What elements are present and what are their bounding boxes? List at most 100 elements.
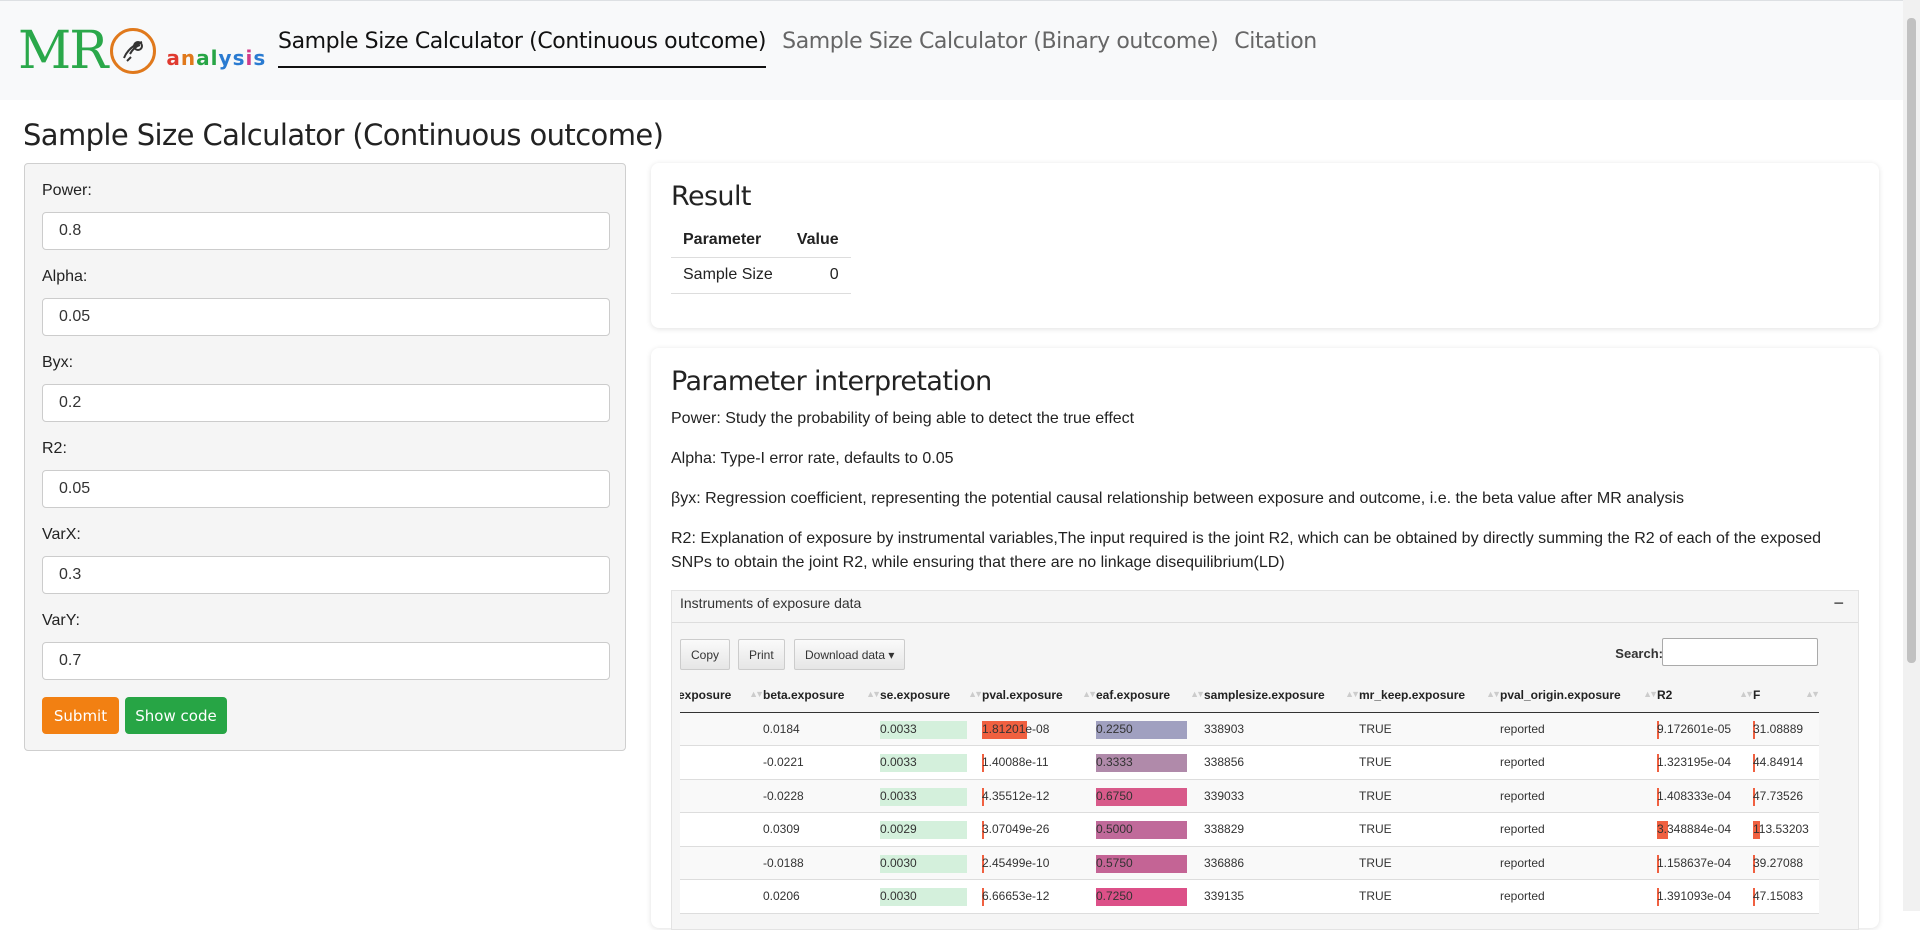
- varx-input[interactable]: [42, 556, 610, 594]
- alpha-input[interactable]: [42, 298, 610, 336]
- instruments-panel-header[interactable]: Instruments of exposure data −: [672, 591, 1858, 623]
- pval-cell-value: 2.45499e-10: [982, 855, 1050, 870]
- pval-cell: 3.07049e-26: [982, 812, 1096, 847]
- f-cell-value: 31.08889: [1753, 721, 1804, 736]
- se-cell: 0.0030: [880, 846, 982, 880]
- table-row[interactable]: -0.0188 0.0030 2.45499e-10 0.5750 336886 TRUE…: [680, 846, 1819, 880]
- sort-icon[interactable]: ▲▼: [1345, 689, 1359, 699]
- nav-tab-continuous[interactable]: Sample Size Calculator (Continuous outco…: [278, 29, 767, 68]
- pval-cell-value: 6.66653e-12: [982, 889, 1050, 904]
- column-header[interactable]: R2 ▲▼: [1657, 678, 1753, 713]
- sort-icon[interactable]: ▲▼: [866, 689, 880, 699]
- column-header-label: R2: [1657, 687, 1673, 702]
- column-header[interactable]: samplesize.exposure ▲▼: [1204, 678, 1359, 713]
- sort-icon[interactable]: ▲▼: [1643, 689, 1657, 699]
- column-header-label: F: [1753, 687, 1761, 702]
- exposure-cell: [680, 812, 763, 847]
- pval-origin-cell: reported: [1500, 879, 1657, 914]
- interpretation-title: Parameter interpretation: [671, 366, 992, 397]
- column-header[interactable]: eaf.exposure ▲▼: [1096, 678, 1204, 713]
- samplesize-cell: 339135: [1204, 879, 1359, 914]
- logo-letter: y: [218, 46, 233, 70]
- samplesize-cell: 339033: [1204, 779, 1359, 813]
- mr-keep-cell: TRUE: [1359, 846, 1500, 880]
- pval-cell-value: 1.40088e-11: [982, 755, 1049, 770]
- power-input[interactable]: [42, 212, 610, 250]
- pval-cell: 2.45499e-10: [982, 846, 1096, 880]
- r2-cell: 9.172601e-05: [1657, 712, 1753, 746]
- field-byx: Byx:: [42, 354, 610, 422]
- table-row[interactable]: 0.0206 0.0030 6.66653e-12 0.7250 339135 TRUE r…: [680, 879, 1819, 914]
- submit-button[interactable]: Submit: [42, 697, 119, 734]
- vary-input[interactable]: [42, 642, 610, 680]
- field-alpha: Alpha:: [42, 268, 610, 336]
- pval-origin-cell: reported: [1500, 846, 1657, 880]
- table-row[interactable]: -0.0228 0.0033 4.35512e-12 0.6750 339033 TRUE…: [680, 779, 1819, 813]
- interpretation-byx: βyx: Regression coefficient, representin…: [671, 490, 1685, 507]
- print-button[interactable]: Print: [738, 639, 785, 670]
- logo-letter: a: [166, 46, 181, 70]
- sort-icon[interactable]: ▲▼: [1805, 689, 1819, 699]
- eaf-cell-value: 0.5750: [1096, 855, 1133, 870]
- eaf-cell: 0.5000: [1096, 812, 1204, 847]
- column-header[interactable]: pval.exposure ▲▼: [982, 678, 1096, 713]
- table-row[interactable]: 0.0184 0.0033 1.81201e-08 0.2250 338903 TRUE r…: [680, 712, 1819, 746]
- f-cell: 31.08889: [1753, 712, 1819, 746]
- copy-button[interactable]: Copy: [680, 639, 731, 670]
- eaf-cell: 0.7250: [1096, 879, 1204, 914]
- eaf-cell-value: 0.7250: [1096, 889, 1133, 904]
- column-header[interactable]: exposure ▲▼: [680, 678, 763, 713]
- se-cell: 0.0033: [880, 745, 982, 780]
- logo-letter: s: [232, 46, 246, 70]
- se-cell-value: 0.0033: [880, 788, 917, 803]
- se-cell-value: 0.0029: [880, 822, 917, 837]
- instruments-panel: Instruments of exposure data − Copy Prin…: [671, 590, 1859, 930]
- download-data-button[interactable]: Download data ▾: [794, 639, 906, 670]
- column-header-label: eaf.exposure: [1096, 687, 1171, 702]
- column-header-label: pval.exposure: [982, 687, 1063, 702]
- field-r2: R2:: [42, 440, 610, 508]
- r2-input[interactable]: [42, 470, 610, 508]
- scrollbar-thumb[interactable]: [1907, 18, 1916, 663]
- table-row: Sample Size 0: [671, 257, 851, 294]
- app-logo[interactable]: MR analysis: [18, 23, 266, 79]
- column-header[interactable]: se.exposure ▲▼: [880, 678, 982, 713]
- column-header-label: mr_keep.exposure: [1359, 687, 1466, 702]
- sort-icon[interactable]: ▲▼: [968, 689, 982, 699]
- main-nav: Sample Size Calculator (Continuous outco…: [278, 29, 1317, 68]
- eaf-cell: 0.2250: [1096, 712, 1204, 746]
- column-header-label: pval_origin.exposure: [1500, 687, 1621, 702]
- table-row[interactable]: 0.0309 0.0029 3.07049e-26 0.5000 338829 TRUE r…: [680, 812, 1819, 847]
- eaf-cell: 0.6750: [1096, 779, 1204, 813]
- sort-icon[interactable]: ▲▼: [1486, 689, 1500, 699]
- column-header-label: se.exposure: [880, 687, 951, 702]
- samplesize-cell: 336886: [1204, 846, 1359, 880]
- top-navbar: MR analysis Sample Size Calculator (Cont…: [0, 0, 1903, 100]
- byx-input[interactable]: [42, 384, 610, 422]
- column-header[interactable]: beta.exposure ▲▼: [763, 678, 880, 713]
- show-code-button[interactable]: Show code: [125, 697, 227, 734]
- collapse-icon[interactable]: −: [1833, 593, 1844, 614]
- varx-label: VarX:: [42, 526, 81, 543]
- search-input[interactable]: [1662, 638, 1818, 666]
- se-cell: 0.0030: [880, 879, 982, 914]
- sort-icon[interactable]: ▲▼: [1082, 689, 1096, 699]
- column-header[interactable]: pval_origin.exposure ▲▼: [1500, 678, 1657, 713]
- sort-icon[interactable]: ▲▼: [1190, 689, 1204, 699]
- sort-icon[interactable]: ▲▼: [749, 689, 763, 699]
- r2-cell: 1.323195e-04: [1657, 745, 1753, 780]
- page-scrollbar[interactable]: [1903, 0, 1920, 911]
- eaf-cell-value: 0.2250: [1096, 721, 1133, 736]
- se-cell-value: 0.0033: [880, 721, 917, 736]
- f-cell-value: 47.15083: [1753, 889, 1804, 904]
- nav-tab-binary[interactable]: Sample Size Calculator (Binary outcome): [782, 29, 1219, 68]
- sort-icon[interactable]: ▲▼: [1739, 689, 1753, 699]
- byx-label: Byx:: [42, 354, 74, 371]
- exposure-cell: [680, 879, 763, 914]
- exposure-cell: [680, 712, 763, 746]
- nav-tab-citation[interactable]: Citation: [1234, 29, 1317, 68]
- column-header[interactable]: F ▲▼: [1753, 678, 1819, 713]
- eaf-cell: 0.5750: [1096, 846, 1204, 880]
- column-header[interactable]: mr_keep.exposure ▲▼: [1359, 678, 1500, 713]
- table-row[interactable]: -0.0221 0.0033 1.40088e-11 0.3333 338856 TRUE…: [680, 745, 1819, 780]
